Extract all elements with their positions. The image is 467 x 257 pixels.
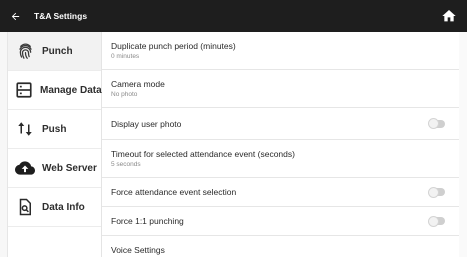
setting-value: No photo [111, 91, 138, 98]
top-app-bar: T&A Settings [0, 0, 467, 32]
toggle-knob [428, 186, 439, 198]
setting-value: 5 seconds [111, 161, 141, 168]
sidebar: Punch Manage Data Push Web Server Data I… [8, 32, 102, 257]
setting-title: Camera mode [111, 79, 165, 89]
setting-camera-mode[interactable]: Camera mode No photo [102, 70, 459, 108]
fingerprint-icon [15, 41, 35, 61]
sidebar-item-label: Manage Data [40, 84, 102, 96]
setting-title: Force 1:1 punching [111, 216, 184, 226]
document-search-icon [15, 197, 35, 217]
scrollbar-track[interactable] [459, 32, 467, 257]
back-button[interactable] [0, 0, 30, 32]
home-icon[interactable] [441, 8, 457, 24]
cloud-upload-icon [15, 158, 35, 178]
sidebar-item-label: Punch [42, 45, 73, 57]
setting-value: 0 minutes [111, 53, 140, 60]
setting-title: Duplicate punch period (minutes) [111, 41, 236, 51]
toggle-knob [428, 118, 439, 129]
sidebar-item-manage-data[interactable]: Manage Data [8, 71, 102, 110]
sidebar-item-data-info[interactable]: Data Info [8, 188, 101, 227]
arrow-left-icon [11, 12, 19, 20]
setting-force-attendance-event[interactable]: Force attendance event selection [102, 178, 459, 207]
force-1-1-punching-toggle[interactable] [428, 215, 445, 227]
force-attendance-event-toggle[interactable] [428, 186, 445, 198]
page-title: T&A Settings [34, 11, 88, 21]
setting-title: Timeout for selected attendance event (s… [111, 149, 295, 159]
display-user-photo-toggle[interactable] [428, 118, 445, 129]
sidebar-item-label: Push [42, 123, 67, 135]
sidebar-item-push[interactable]: Push [8, 110, 101, 149]
storage-icon [15, 80, 33, 100]
setting-duplicate-punch-period[interactable]: Duplicate punch period (minutes) 0 minut… [102, 32, 459, 70]
setting-title: Force attendance event selection [111, 187, 237, 197]
sidebar-item-label: Data Info [42, 201, 85, 213]
setting-display-user-photo[interactable]: Display user photo [102, 108, 459, 140]
setting-voice-settings[interactable]: Voice Settings [102, 236, 459, 257]
left-edge-strip [0, 32, 8, 257]
push-arrows-icon [15, 119, 35, 139]
setting-title: Display user photo [111, 118, 182, 129]
setting-timeout-attendance-event[interactable]: Timeout for selected attendance event (s… [102, 140, 459, 178]
sidebar-item-punch[interactable]: Punch [8, 32, 101, 71]
setting-force-1-1-punching[interactable]: Force 1:1 punching [102, 207, 459, 236]
sidebar-item-label: Web Server [42, 162, 97, 174]
sidebar-item-web-server[interactable]: Web Server [8, 149, 101, 188]
settings-list: Duplicate punch period (minutes) 0 minut… [102, 32, 459, 257]
setting-title: Voice Settings [111, 245, 165, 255]
toggle-knob [428, 215, 439, 227]
